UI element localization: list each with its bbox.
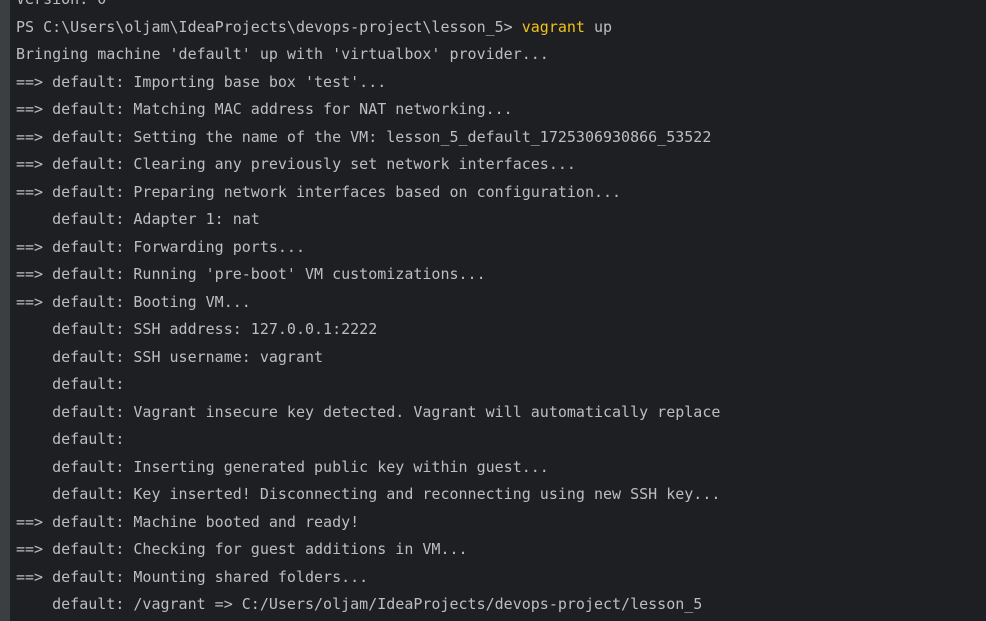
terminal-line: default: (16, 375, 125, 393)
terminal-line: default: Vagrant insecure key detected. … (16, 402, 721, 421)
terminal-line: ==> default: Checking for guest addition… (16, 540, 468, 558)
prompt-args: up (584, 17, 613, 36)
terminal-line: Version: 0 (16, 0, 720, 14)
terminal-line: default: SSH address: 127.0.0.1:2222 (16, 320, 378, 338)
terminal-line: default: (16, 430, 125, 448)
terminal-line: ==> default: Importing base box 'test'..… (16, 72, 387, 91)
terminal-line: ==> default: Mounting shared folders... (16, 567, 369, 586)
terminal-line: ==> default: Booting VM... (16, 292, 251, 311)
terminal-line: ==> default: Forwarding ports... (16, 237, 305, 256)
prompt-command: vagrant (521, 17, 585, 36)
terminal-line: default: Inserting generated public key … (16, 457, 549, 476)
prompt-path: PS C:\Users\oljam\IdeaProjects\devops-pr… (16, 17, 522, 36)
terminal-line: ==> default: Setting the name of the VM:… (16, 127, 712, 146)
terminal-line: ==> default: Matching MAC address for NA… (16, 100, 513, 118)
terminal-line: default: /vagrant => C:/Users/oljam/Idea… (16, 595, 703, 613)
terminal-lines: Version: 0 PS C:\Users\oljam\IdeaProject… (16, 0, 720, 619)
prompt-line: PS C:\Users\oljam\IdeaProjects\devops-pr… (16, 14, 720, 42)
terminal-line: default: Adapter 1: nat (16, 210, 260, 228)
terminal-line: ==> default: Machine booted and ready! (16, 512, 360, 531)
terminal-line: default: Key inserted! Disconnecting and… (16, 485, 721, 503)
terminal-line: ==> default: Preparing network interface… (16, 182, 622, 201)
terminal-line: ==> default: Running 'pre-boot' VM custo… (16, 265, 486, 283)
terminal-line: Bringing machine 'default' up with 'virt… (16, 45, 549, 63)
terminal-line: ==> default: Clearing any previously set… (16, 155, 576, 173)
terminal-line: default: SSH username: vagrant (16, 347, 324, 366)
left-gutter (0, 0, 10, 621)
terminal-output[interactable]: Version: 0 PS C:\Users\oljam\IdeaProject… (10, 0, 986, 621)
